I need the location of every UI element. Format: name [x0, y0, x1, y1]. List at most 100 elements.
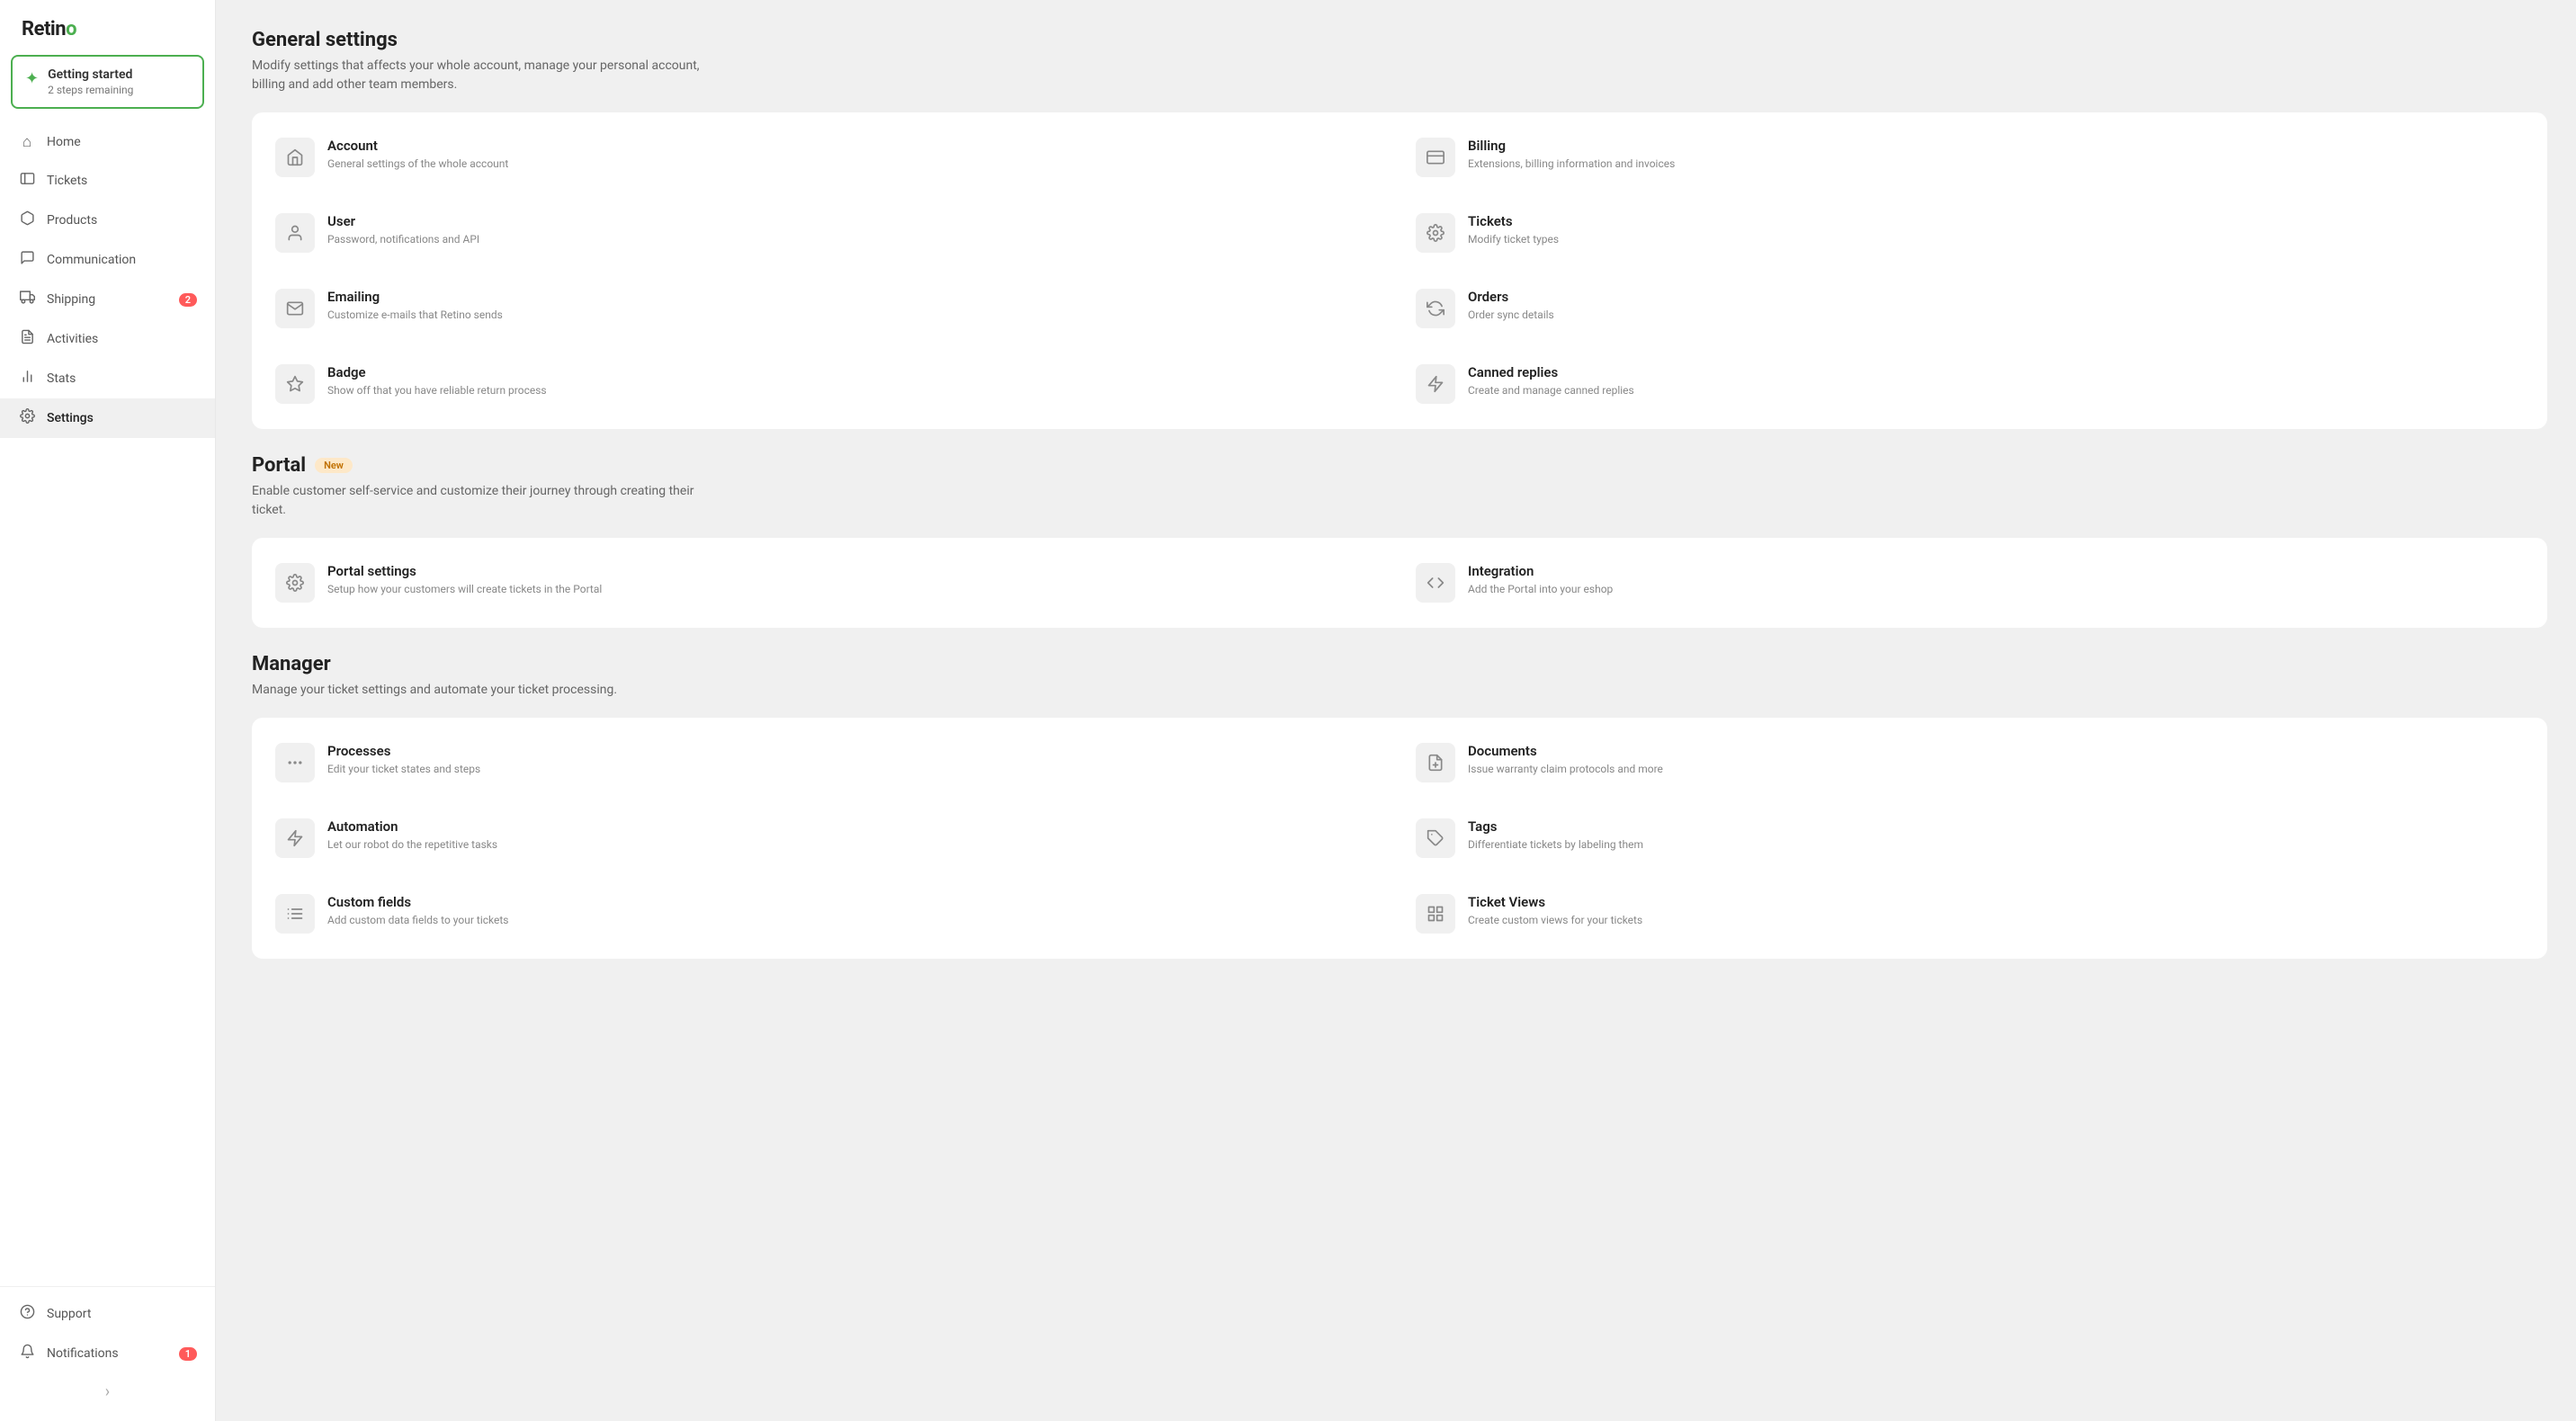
orders-desc: Order sync details	[1468, 308, 1554, 323]
portal-desc: Enable customer self-service and customi…	[252, 482, 702, 520]
emailing-title: Emailing	[327, 289, 503, 305]
manager-settings-card: Processes Edit your ticket states and st…	[252, 718, 2547, 959]
sidebar-item-products[interactable]: Products	[0, 201, 215, 240]
documents-icon	[1427, 754, 1445, 772]
user-icon	[286, 224, 304, 242]
sidebar-item-shipping[interactable]: Shipping 2	[0, 280, 215, 319]
emailing-icon	[286, 299, 304, 317]
tags-icon	[1427, 829, 1445, 847]
custom-fields-setting-item[interactable]: Custom fields Add custom data fields to …	[263, 880, 1396, 948]
ticket-views-setting-item[interactable]: Ticket Views Create custom views for you…	[1403, 880, 2536, 948]
getting-started-card[interactable]: ✦ Getting started 2 steps remaining	[11, 55, 204, 109]
automation-setting-item[interactable]: Automation Let our robot do the repetiti…	[263, 804, 1396, 872]
sidebar-item-stats[interactable]: Stats	[0, 359, 215, 398]
integration-icon	[1427, 574, 1445, 592]
badge-desc: Show off that you have reliable return p…	[327, 383, 547, 398]
sidebar-collapse[interactable]: ›	[0, 1373, 215, 1410]
integration-setting-item[interactable]: Integration Add the Portal into your esh…	[1403, 549, 2536, 617]
automation-icon	[286, 829, 304, 847]
account-title: Account	[327, 138, 508, 154]
tickets-setting-icon-wrap	[1416, 213, 1455, 253]
documents-title: Documents	[1468, 743, 1663, 759]
billing-title: Billing	[1468, 138, 1675, 154]
emailing-desc: Customize e-mails that Retino sends	[327, 308, 503, 323]
badge-title: Badge	[327, 364, 547, 380]
processes-setting-item[interactable]: Processes Edit your ticket states and st…	[263, 728, 1396, 797]
integration-icon-wrap	[1416, 563, 1455, 603]
shipping-label: Shipping	[47, 292, 95, 307]
support-icon	[18, 1304, 36, 1324]
canned-replies-icon-wrap	[1416, 364, 1455, 404]
sidebar-item-activities[interactable]: Activities	[0, 319, 215, 359]
user-icon-wrap	[275, 213, 315, 253]
sidebar-item-support[interactable]: Support	[0, 1294, 215, 1334]
canned-replies-desc: Create and manage canned replies	[1468, 383, 1634, 398]
tickets-icon	[18, 171, 36, 191]
home-label: Home	[47, 135, 81, 149]
sidebar-item-home[interactable]: ⌂ Home	[0, 123, 215, 161]
custom-fields-icon-wrap	[275, 894, 315, 934]
sidebar-bottom: Support Notifications 1 ›	[0, 1286, 215, 1421]
user-setting-item[interactable]: User Password, notifications and API	[263, 199, 1396, 267]
orders-title: Orders	[1468, 289, 1554, 305]
settings-icon	[18, 408, 36, 428]
canned-replies-setting-item[interactable]: Canned replies Create and manage canned …	[1403, 350, 2536, 418]
sidebar-item-settings[interactable]: Settings	[0, 398, 215, 438]
custom-fields-desc: Add custom data fields to your tickets	[327, 913, 508, 928]
ticket-views-desc: Create custom views for your tickets	[1468, 913, 1642, 928]
ticket-views-title: Ticket Views	[1468, 894, 1642, 910]
badge-setting-item[interactable]: Badge Show off that you have reliable re…	[263, 350, 1396, 418]
automation-icon-wrap	[275, 818, 315, 858]
account-icon-wrap	[275, 138, 315, 177]
integration-title: Integration	[1468, 563, 1613, 579]
general-settings-card: Account General settings of the whole ac…	[252, 112, 2547, 429]
billing-icon	[1427, 148, 1445, 166]
general-settings-section: General settings Modify settings that af…	[252, 29, 2547, 429]
manager-title: Manager	[252, 653, 2547, 675]
app-logo: Retino	[0, 0, 215, 55]
canned-replies-icon	[1427, 375, 1445, 393]
ticket-views-icon-wrap	[1416, 894, 1455, 934]
logo-dot: o	[66, 18, 76, 40]
products-icon	[18, 210, 36, 230]
portal-settings-card: Portal settings Setup how your customers…	[252, 538, 2547, 628]
portal-settings-title: Portal settings	[327, 563, 602, 579]
account-setting-item[interactable]: Account General settings of the whole ac…	[263, 123, 1396, 192]
orders-setting-item[interactable]: Orders Order sync details	[1403, 274, 2536, 343]
main-content: General settings Modify settings that af…	[216, 0, 2576, 1421]
notifications-badge: 1	[179, 1347, 197, 1361]
chevron-right-icon: ›	[105, 1382, 110, 1401]
tags-setting-item[interactable]: Tags Differentiate tickets by labeling t…	[1403, 804, 2536, 872]
general-settings-title: General settings	[252, 29, 2547, 51]
notifications-icon	[18, 1344, 36, 1363]
processes-desc: Edit your ticket states and steps	[327, 762, 480, 777]
shipping-icon	[18, 290, 36, 309]
sidebar-item-notifications[interactable]: Notifications 1	[0, 1334, 215, 1373]
automation-desc: Let our robot do the repetitive tasks	[327, 837, 497, 853]
billing-setting-item[interactable]: Billing Extensions, billing information …	[1403, 123, 2536, 192]
portal-new-badge: New	[315, 458, 353, 473]
documents-icon-wrap	[1416, 743, 1455, 782]
sidebar-item-tickets[interactable]: Tickets	[0, 161, 215, 201]
orders-icon-wrap	[1416, 289, 1455, 328]
portal-settings-item[interactable]: Portal settings Setup how your customers…	[263, 549, 1396, 617]
stats-label: Stats	[47, 371, 76, 386]
user-desc: Password, notifications and API	[327, 232, 479, 247]
portal-settings-desc: Setup how your customers will create tic…	[327, 582, 602, 597]
tickets-setting-icon	[1427, 224, 1445, 242]
tickets-setting-desc: Modify ticket types	[1468, 232, 1559, 247]
general-settings-desc: Modify settings that affects your whole …	[252, 57, 702, 94]
canned-replies-title: Canned replies	[1468, 364, 1634, 380]
general-settings-header: General settings Modify settings that af…	[252, 29, 2547, 94]
settings-label: Settings	[47, 411, 94, 425]
notifications-label: Notifications	[47, 1346, 119, 1361]
badge-icon-wrap	[275, 364, 315, 404]
portal-settings-icon	[286, 574, 304, 592]
tickets-setting-item[interactable]: Tickets Modify ticket types	[1403, 199, 2536, 267]
account-desc: General settings of the whole account	[327, 156, 508, 172]
documents-setting-item[interactable]: Documents Issue warranty claim protocols…	[1403, 728, 2536, 797]
emailing-setting-item[interactable]: Emailing Customize e-mails that Retino s…	[263, 274, 1396, 343]
ticket-views-icon	[1427, 905, 1445, 923]
orders-icon	[1427, 299, 1445, 317]
sidebar-item-communication[interactable]: Communication	[0, 240, 215, 280]
